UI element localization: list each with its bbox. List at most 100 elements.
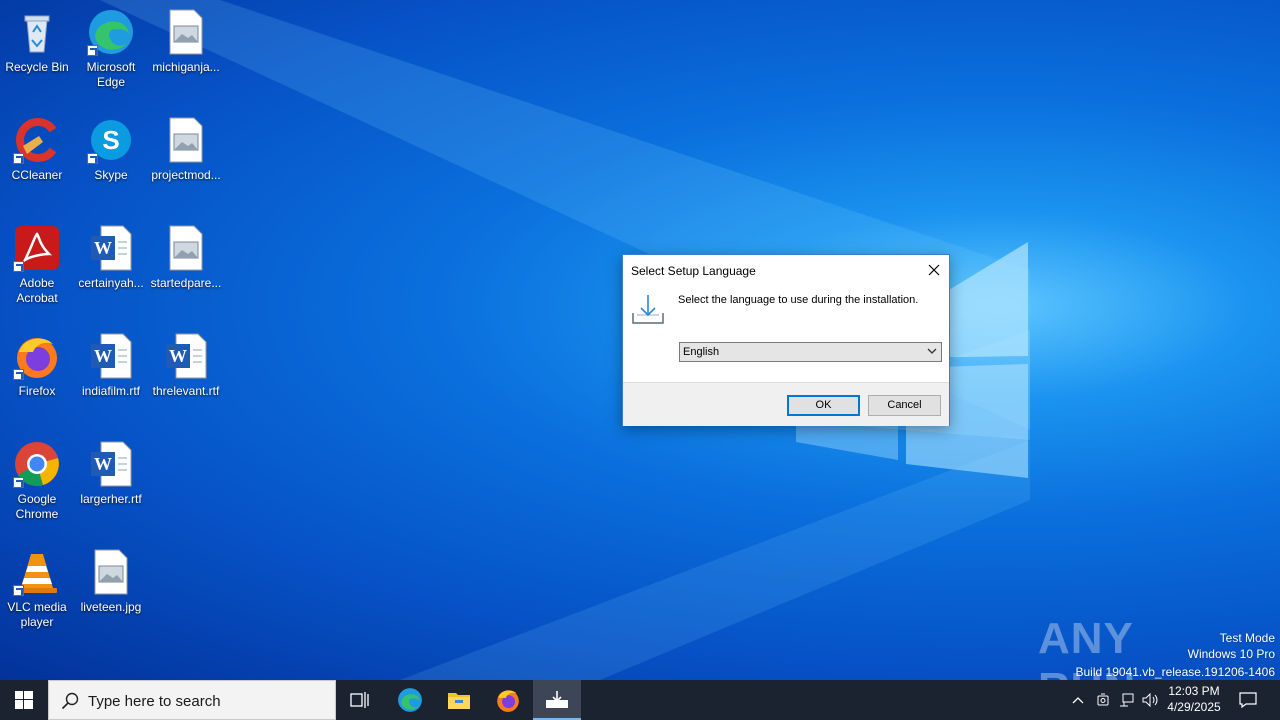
desktop-icon-ccleaner[interactable]: CCleaner	[0, 110, 74, 206]
notification-icon	[1239, 692, 1257, 708]
clock-date: 4/29/2025	[1167, 700, 1221, 714]
dialog-title: Select Setup Language	[631, 264, 756, 278]
tray-device-button[interactable]	[1093, 680, 1113, 720]
folder-icon	[448, 693, 470, 709]
desktop-icon-indiafilm[interactable]: W indiafilm.rtf	[74, 326, 148, 422]
desktop-icon-startedpare[interactable]: startedpare...	[149, 218, 223, 314]
word-doc-icon: W	[87, 224, 135, 272]
device-icon	[1097, 693, 1109, 706]
desktop-icon-label: certainyah...	[78, 276, 144, 290]
svg-text:W: W	[94, 454, 112, 474]
image-file-icon	[162, 8, 210, 56]
desktop-icon-label: Microsoft Edge	[86, 60, 136, 89]
desktop-icon-label: Google Chrome	[15, 492, 59, 521]
svg-text:W: W	[94, 238, 112, 258]
acrobat-icon	[13, 224, 61, 272]
svg-text:W: W	[169, 346, 187, 366]
ok-button[interactable]: OK	[787, 395, 860, 416]
network-button[interactable]	[1116, 680, 1138, 720]
install-download-icon	[632, 295, 664, 324]
chevron-up-icon	[1072, 697, 1084, 704]
network-icon	[1120, 693, 1134, 707]
desktop-icon-label: CCleaner	[11, 168, 63, 182]
desktop-icon-liveteen[interactable]: liveteen.jpg	[74, 542, 148, 638]
desktop-icon-threlevant[interactable]: W threlevant.rtf	[149, 326, 223, 422]
taskbar: Type here to search 12:03 PM 4/29/2025	[0, 680, 1280, 720]
chrome-icon	[13, 440, 61, 488]
desktop-icon-label: Firefox	[18, 384, 56, 398]
cancel-button[interactable]: Cancel	[868, 395, 941, 416]
shortcut-arrow-icon	[87, 45, 98, 56]
task-view-icon	[350, 692, 369, 708]
desktop-icon-adobe-acrobat[interactable]: Adobe Acrobat	[0, 218, 74, 314]
ccleaner-icon	[13, 116, 61, 164]
taskbar-firefox-button[interactable]	[484, 680, 532, 720]
desktop-icon-label: projectmod...	[151, 168, 221, 182]
desktop-icon-label: Recycle Bin	[5, 60, 69, 74]
edge-icon	[87, 8, 135, 56]
desktop-icon-label: VLC media player	[7, 600, 67, 629]
image-file-icon	[162, 116, 210, 164]
close-button[interactable]	[923, 259, 945, 281]
taskbar-setup-button[interactable]	[533, 680, 581, 720]
desktop-icon-certainyah[interactable]: W certainyah...	[74, 218, 148, 314]
desktop-icon-label: Adobe Acrobat	[16, 276, 58, 305]
taskbar-clock[interactable]: 12:03 PM 4/29/2025	[1158, 683, 1230, 715]
language-select[interactable]: English	[679, 342, 942, 362]
shortcut-arrow-icon	[13, 369, 24, 380]
vlc-icon	[13, 548, 61, 596]
search-placeholder: Type here to search	[88, 693, 221, 710]
svg-text:S: S	[102, 125, 119, 155]
taskbar-file-explorer-button[interactable]	[435, 680, 483, 720]
desktop-icon-recycle-bin[interactable]: Recycle Bin	[0, 2, 74, 98]
start-button[interactable]	[0, 680, 48, 720]
desktop-icon-label: startedpare...	[150, 276, 222, 290]
desktop-icon-largerher[interactable]: W largerher.rtf	[74, 434, 148, 530]
desktop-icon-label: threlevant.rtf	[152, 384, 220, 398]
installer-icon	[546, 691, 568, 708]
image-file-icon	[87, 548, 135, 596]
desktop-icon-label: michiganja...	[152, 60, 220, 74]
windows-start-icon	[15, 691, 33, 709]
desktop-icon-firefox[interactable]: Firefox	[0, 326, 74, 422]
close-icon	[928, 264, 940, 276]
word-doc-icon: W	[162, 332, 210, 380]
desktop-icon-michiganja[interactable]: michiganja...	[149, 2, 223, 98]
desktop-icon-edge[interactable]: Microsoft Edge	[74, 2, 148, 98]
clock-time: 12:03 PM	[1168, 684, 1220, 698]
test-mode-text: Test Mode	[1219, 631, 1275, 645]
shortcut-arrow-icon	[13, 585, 24, 596]
action-center-button[interactable]	[1232, 680, 1264, 720]
task-view-button[interactable]	[336, 680, 384, 720]
edge-icon	[398, 688, 422, 712]
word-doc-icon: W	[87, 332, 135, 380]
desktop-icon-projectmod[interactable]: projectmod...	[149, 110, 223, 206]
skype-icon: S	[87, 116, 135, 164]
taskbar-edge-button[interactable]	[386, 680, 434, 720]
firefox-icon	[497, 690, 519, 712]
windows-edition-text: Windows 10 Pro	[1187, 647, 1275, 661]
desktop-icon-google-chrome[interactable]: Google Chrome	[0, 434, 74, 530]
image-file-icon	[162, 224, 210, 272]
chevron-down-icon	[927, 348, 937, 354]
firefox-icon	[13, 332, 61, 380]
desktop-icon-label: indiafilm.rtf	[81, 384, 140, 398]
select-setup-language-dialog: Select Setup Language Select the languag…	[622, 254, 950, 426]
show-hidden-icons-button[interactable]	[1068, 680, 1088, 720]
search-icon	[61, 692, 79, 710]
recycle-bin-icon	[13, 8, 61, 56]
desktop-icon-skype[interactable]: S Skype	[74, 110, 148, 206]
word-doc-icon: W	[87, 440, 135, 488]
svg-text:W: W	[94, 346, 112, 366]
taskbar-search-box[interactable]: Type here to search	[48, 680, 336, 720]
shortcut-arrow-icon	[87, 153, 98, 164]
build-text: Build 19041.vb_release.191206-1406	[1075, 665, 1276, 679]
shortcut-arrow-icon	[13, 261, 24, 272]
dialog-message: Select the language to use during the in…	[678, 294, 919, 306]
shortcut-arrow-icon	[13, 153, 24, 164]
shortcut-arrow-icon	[13, 477, 24, 488]
desktop-icon-vlc[interactable]: VLC media player	[0, 542, 74, 638]
desktop-icon-label: Skype	[94, 168, 128, 182]
desktop-icon-label: liveteen.jpg	[80, 600, 142, 614]
dialog-footer: OK Cancel	[623, 382, 949, 426]
